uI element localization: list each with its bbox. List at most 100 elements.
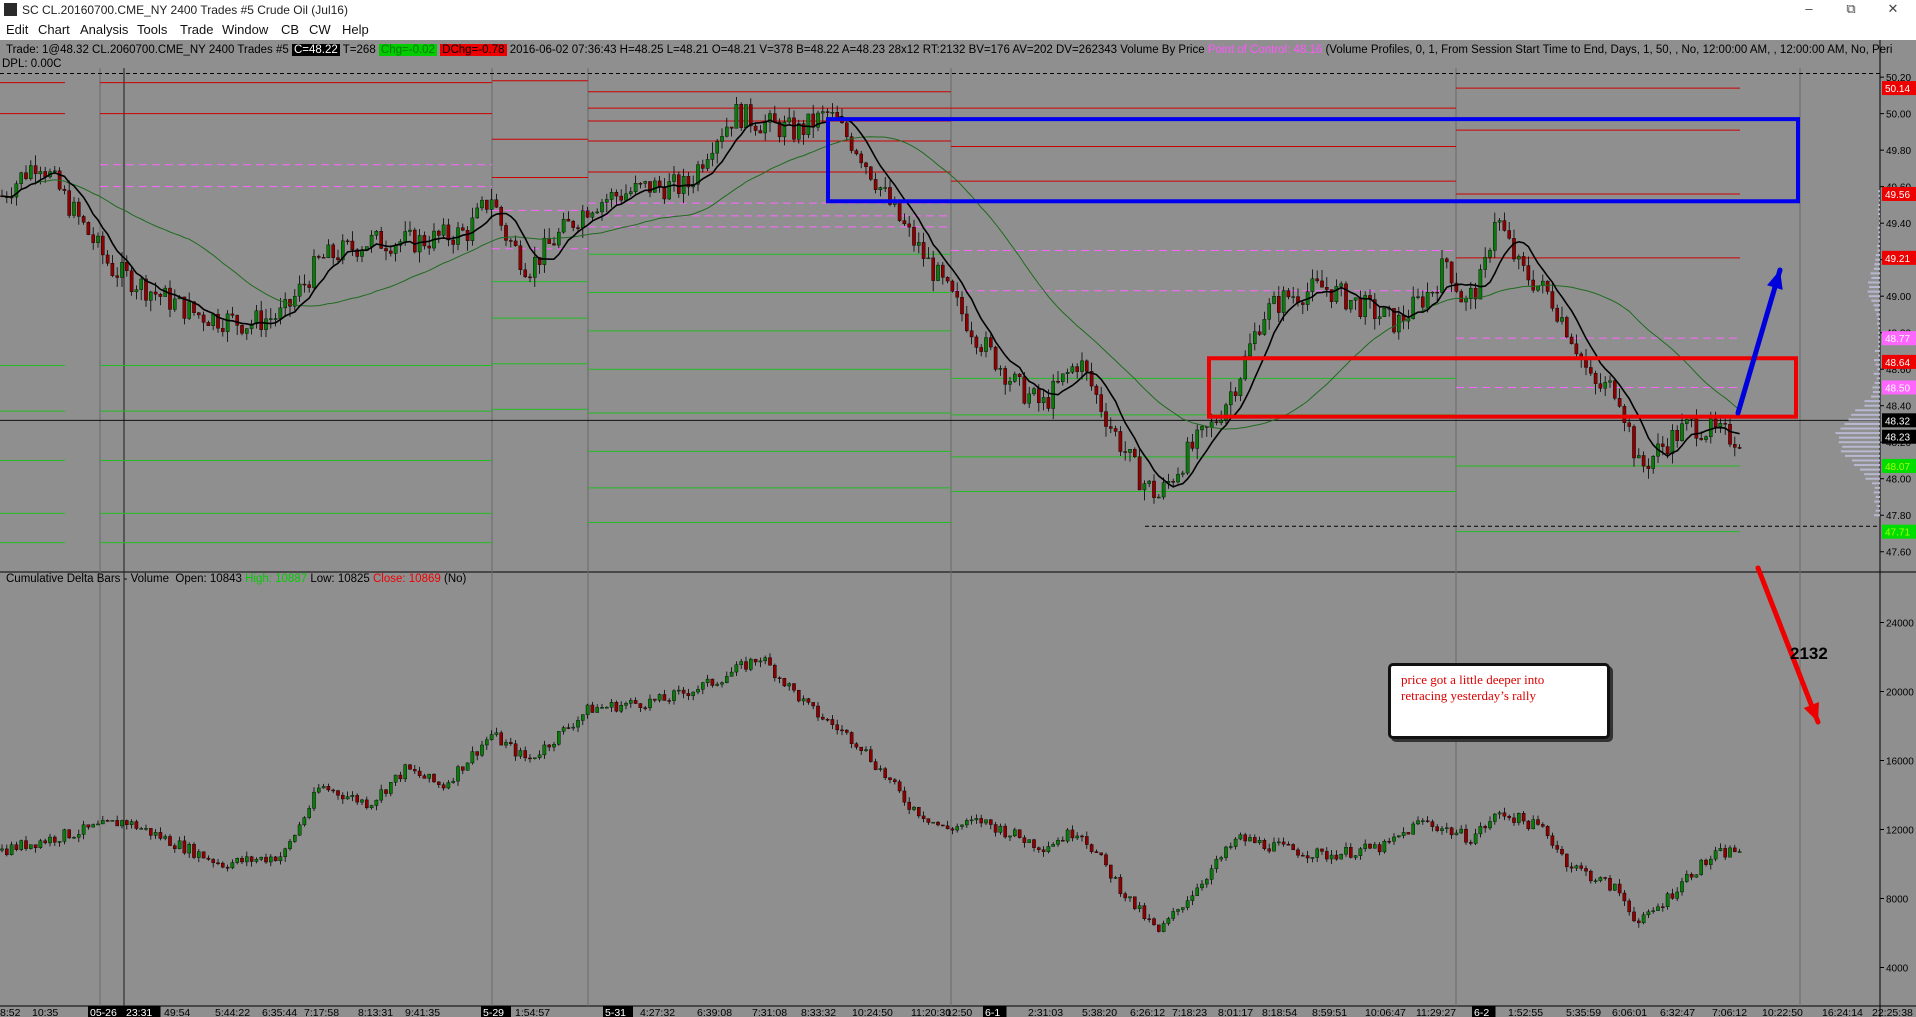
- menu-cw[interactable]: CW: [309, 22, 331, 37]
- price-candle: [1276, 296, 1281, 313]
- price-candle: [1056, 381, 1060, 383]
- x-axis-label: 12:50: [946, 1007, 972, 1017]
- price-candle: [1723, 423, 1727, 425]
- delta-candle: [1166, 918, 1171, 924]
- delta-candle: [960, 824, 964, 827]
- price-candle: [1060, 373, 1065, 382]
- menu-analysis[interactable]: Analysis: [80, 22, 128, 37]
- delta-candle: [38, 840, 43, 848]
- delta-candle: [235, 858, 240, 863]
- delta-candle: [1070, 829, 1075, 839]
- delta-candle: [220, 862, 225, 868]
- price-candle: [153, 291, 158, 295]
- delta-candle: [417, 770, 422, 776]
- delta-candle: [912, 806, 916, 810]
- price-candle: [1348, 299, 1353, 310]
- delta-candle: [667, 700, 671, 702]
- x-axis-label: 8:13:31: [358, 1007, 393, 1017]
- chart-area[interactable]: 50.2050.0049.8049.6049.4049.2049.0048.80…: [0, 40, 1916, 1017]
- delta-candle: [825, 719, 830, 721]
- delta-candle: [902, 790, 907, 803]
- delta-candle: [398, 774, 403, 780]
- price-candle: [1353, 297, 1358, 301]
- delta-candle: [1555, 845, 1559, 850]
- delta-candle: [696, 689, 700, 693]
- delta-candle: [62, 829, 67, 842]
- price-candle: [1252, 331, 1257, 345]
- price-candle: [1545, 280, 1550, 292]
- price-candle: [1718, 423, 1723, 427]
- price-candle: [1608, 380, 1612, 383]
- delta-candle: [244, 856, 249, 863]
- delta-candle: [1382, 840, 1387, 853]
- delta-candle: [456, 766, 460, 782]
- menu-tools[interactable]: Tools: [137, 22, 167, 37]
- volume-profile-bar: [1877, 235, 1880, 238]
- price-candle: [480, 199, 484, 209]
- delta-candle: [321, 786, 326, 789]
- menu-trade[interactable]: Trade: [180, 22, 213, 37]
- delta-candle: [561, 727, 566, 732]
- volume-profile-bar: [1842, 445, 1880, 448]
- volume-profile-bar: [1835, 432, 1880, 435]
- price-candle: [1262, 319, 1267, 335]
- close-icon[interactable]: ✕: [1872, 0, 1914, 20]
- delta-axis-label: 4000: [1886, 964, 1909, 975]
- delta-candle: [1238, 834, 1243, 840]
- price-candle: [29, 165, 33, 179]
- menu-help[interactable]: Help: [342, 22, 369, 37]
- menu-chart[interactable]: Chart: [38, 22, 70, 37]
- stats-text: 2016-06-02 07:36:43 H=48.25 L=48.21 O=48…: [509, 44, 1205, 56]
- delta-candle: [1147, 918, 1151, 920]
- chart-canvas[interactable]: 50.2050.0049.8049.6049.4049.2049.0048.80…: [0, 40, 1916, 1017]
- price-candle: [1675, 430, 1679, 441]
- delta-candle: [1660, 906, 1665, 908]
- delta-candle: [566, 727, 571, 729]
- price-tag-label: 48.23: [1885, 433, 1910, 444]
- menu-window[interactable]: Window: [222, 22, 268, 37]
- price-candle: [1156, 496, 1161, 499]
- price-candle: [1521, 256, 1526, 266]
- delta-candle: [816, 705, 820, 718]
- delta-candle: [480, 744, 484, 756]
- minimize-icon[interactable]: –: [1788, 0, 1830, 20]
- delta-candle: [585, 704, 590, 715]
- delta-candle: [326, 786, 331, 791]
- delta-candle: [1214, 858, 1219, 869]
- delta-candle: [859, 746, 863, 751]
- delta-candle: [720, 682, 724, 685]
- volume-profile-bar: [1860, 468, 1880, 471]
- delta-candle: [1065, 829, 1070, 842]
- restore-icon[interactable]: ⧉: [1830, 0, 1872, 20]
- menu-edit[interactable]: Edit: [6, 22, 28, 37]
- price-candle: [1704, 436, 1708, 440]
- delta-candle: [926, 818, 931, 823]
- price-candle: [283, 299, 288, 309]
- delta-candle: [849, 732, 854, 744]
- delta-candle: [705, 678, 710, 683]
- x-axis-label: 4:27:32: [640, 1007, 675, 1017]
- tick-count: T=268: [342, 44, 376, 56]
- price-candle: [1036, 388, 1041, 404]
- price-candle: [1080, 360, 1084, 372]
- delta-candle: [965, 820, 969, 826]
- delta-candle: [1377, 844, 1382, 853]
- volume-profile-bar: [1879, 199, 1880, 202]
- delta-candle: [389, 782, 393, 794]
- delta-candle: [1684, 874, 1689, 882]
- delta-candle: [1440, 828, 1444, 831]
- delta-candle: [1267, 848, 1271, 852]
- delta-candle: [76, 834, 81, 838]
- menu-cb[interactable]: CB: [281, 22, 299, 37]
- price-candle: [1603, 382, 1607, 389]
- price-candle: [91, 234, 95, 243]
- delta-candle: [1406, 832, 1411, 835]
- delta-candle: [897, 781, 902, 792]
- label-2132: 2132: [1790, 644, 1828, 663]
- price-candle: [389, 250, 393, 254]
- delta-candle: [1617, 883, 1622, 894]
- delta-candle: [408, 764, 412, 770]
- delta-candle: [1094, 851, 1099, 853]
- price-candle: [19, 172, 24, 184]
- volume-profile-bar: [1878, 213, 1880, 216]
